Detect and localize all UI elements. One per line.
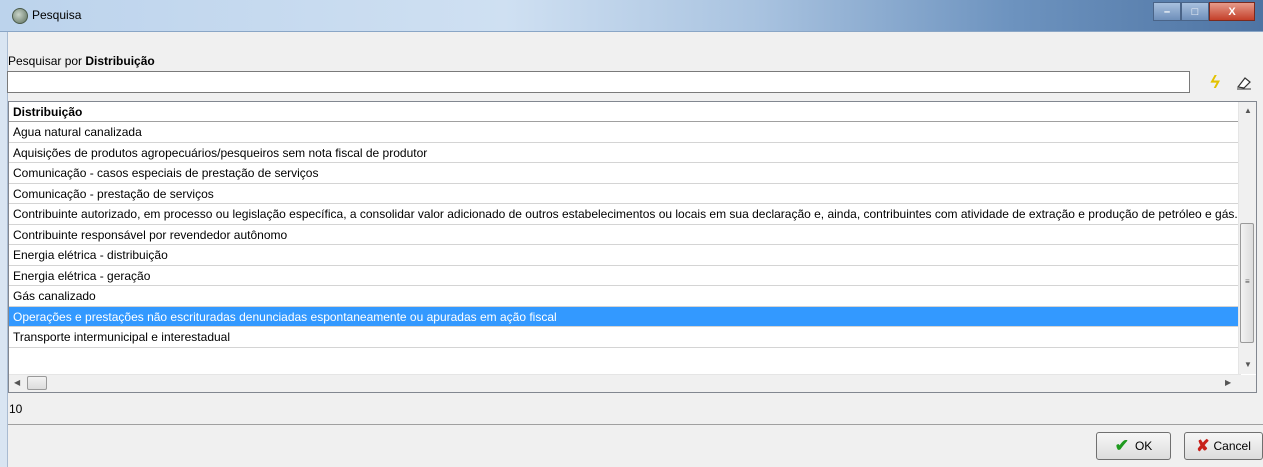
table-row[interactable]: Comunicação - casos especiais de prestaç… [9, 163, 1241, 184]
scroll-left-arrow-icon[interactable]: ◀ [14, 378, 20, 387]
lightning-icon[interactable]: ϟ [1206, 72, 1224, 92]
table-row[interactable]: Contribuinte autorizado, em processo ou … [9, 204, 1241, 225]
cancel-button-label: Cancel [1213, 439, 1251, 453]
vertical-scrollbar[interactable]: ▲ ≡ ▼ [1238, 102, 1256, 374]
table-row[interactable]: Gás canalizado [9, 286, 1241, 307]
scroll-right-arrow-icon[interactable]: ▶ [1225, 378, 1231, 387]
table-row[interactable]: Contribuinte responsável por revendedor … [9, 225, 1241, 245]
search-label: Pesquisar por Distribuição [8, 54, 155, 68]
scroll-corner [1239, 375, 1256, 392]
horizontal-scrollbar[interactable]: ◀ ▶ [9, 374, 1241, 392]
table-row[interactable]: Agua natural canalizada [9, 122, 1241, 143]
ok-button[interactable]: ✔ OK [1096, 432, 1171, 460]
table-row[interactable]: Comunicação - prestação de serviços [9, 184, 1241, 204]
search-label-field: Distribuição [85, 54, 155, 68]
cancel-button[interactable]: ✘ Cancel [1184, 432, 1263, 460]
vertical-scroll-thumb[interactable]: ≡ [1240, 223, 1254, 343]
table-row[interactable]: Energia elétrica - distribuição [9, 245, 1241, 266]
window-title: Pesquisa [32, 8, 82, 22]
results-grid[interactable]: Distribuição Agua natural canalizada Aqui… [8, 101, 1257, 393]
search-label-prefix: Pesquisar por [8, 54, 86, 68]
column-header-distribuicao[interactable]: Distribuição [9, 102, 1241, 122]
app-icon [12, 8, 28, 24]
horizontal-scroll-thumb[interactable] [27, 376, 47, 390]
record-count: 10 [9, 402, 23, 416]
window-controls: – □ X [1153, 2, 1255, 21]
search-input[interactable] [7, 71, 1190, 93]
x-icon: ✘ [1196, 438, 1210, 455]
title-bar[interactable]: Pesquisa – □ X [0, 0, 1263, 32]
check-icon: ✔ [1114, 436, 1129, 455]
ok-button-label: OK [1134, 439, 1153, 453]
footer-divider [8, 424, 1263, 425]
table-row[interactable]: Aquisições de produtos agropecuários/pes… [9, 143, 1241, 163]
scroll-down-arrow-icon[interactable]: ▼ [1244, 360, 1252, 369]
scroll-up-arrow-icon[interactable]: ▲ [1244, 106, 1252, 115]
table-row[interactable]: Transporte intermunicipal e interestadua… [9, 327, 1241, 348]
table-row[interactable]: Energia elétrica - geração [9, 266, 1241, 286]
maximize-button[interactable]: □ [1181, 2, 1209, 21]
grip-icon: ≡ [1245, 277, 1250, 286]
close-button[interactable]: X [1209, 2, 1255, 21]
table-row[interactable]: Operações e prestações não escrituradas … [9, 306, 1241, 327]
eraser-icon[interactable] [1236, 76, 1252, 90]
window-left-border [0, 31, 8, 467]
grid-rows: Agua natural canalizada Aquisições de pro… [9, 122, 1241, 348]
minimize-button[interactable]: – [1153, 2, 1181, 21]
